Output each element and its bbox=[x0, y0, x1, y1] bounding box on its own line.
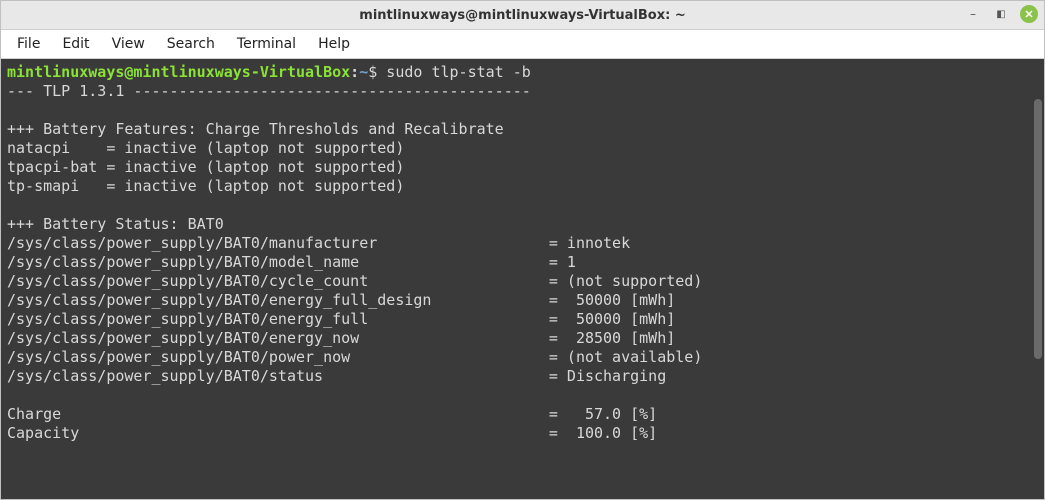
out-header: --- TLP 1.3.1 --------------------------… bbox=[7, 82, 531, 100]
out-s6: /sys/class/power_supply/BAT0/energy_now … bbox=[7, 329, 675, 347]
maximize-button[interactable]: ◧ bbox=[992, 5, 1010, 23]
menu-file[interactable]: File bbox=[7, 32, 50, 56]
out-feat-tpsmapi: tp-smapi = inactive (laptop not supporte… bbox=[7, 177, 404, 195]
out-feat-tpacpi: tpacpi-bat = inactive (laptop not suppor… bbox=[7, 158, 404, 176]
terminal-window: mintlinuxways@mintlinuxways-VirtualBox: … bbox=[0, 0, 1045, 500]
minimize-button[interactable]: – bbox=[964, 5, 982, 23]
prompt-path: ~ bbox=[359, 63, 368, 81]
terminal-scrollbar[interactable] bbox=[1032, 59, 1044, 499]
menu-search[interactable]: Search bbox=[157, 32, 225, 56]
prompt-symbol: $ bbox=[368, 63, 377, 81]
window-controls: – ◧ bbox=[964, 5, 1038, 23]
menu-edit[interactable]: Edit bbox=[52, 32, 99, 56]
terminal-output[interactable]: mintlinuxways@mintlinuxways-VirtualBox:~… bbox=[1, 59, 1032, 499]
title-bar: mintlinuxways@mintlinuxways-VirtualBox: … bbox=[1, 1, 1044, 30]
out-s2: /sys/class/power_supply/BAT0/model_name … bbox=[7, 253, 576, 271]
prompt-user-host: mintlinuxways@mintlinuxways-VirtualBox bbox=[7, 63, 350, 81]
menu-terminal[interactable]: Terminal bbox=[227, 32, 306, 56]
out-features-header: +++ Battery Features: Charge Thresholds … bbox=[7, 120, 504, 138]
out-capacity: Capacity = 100.0 [%] bbox=[7, 424, 657, 442]
out-s7: /sys/class/power_supply/BAT0/power_now =… bbox=[7, 348, 702, 366]
prompt-command: sudo tlp-stat -b bbox=[386, 63, 531, 81]
terminal-area: mintlinuxways@mintlinuxways-VirtualBox:~… bbox=[1, 59, 1044, 499]
scrollbar-thumb[interactable] bbox=[1034, 99, 1042, 359]
out-s3: /sys/class/power_supply/BAT0/cycle_count… bbox=[7, 272, 702, 290]
menu-bar: File Edit View Search Terminal Help bbox=[1, 30, 1044, 59]
close-button[interactable] bbox=[1020, 5, 1038, 23]
out-charge: Charge = 57.0 [%] bbox=[7, 405, 657, 423]
window-title: mintlinuxways@mintlinuxways-VirtualBox: … bbox=[1, 8, 1044, 23]
out-feat-natacpi: natacpi = inactive (laptop not supported… bbox=[7, 139, 404, 157]
out-s8: /sys/class/power_supply/BAT0/status = Di… bbox=[7, 367, 666, 385]
out-s1: /sys/class/power_supply/BAT0/manufacture… bbox=[7, 234, 630, 252]
out-status-header: +++ Battery Status: BAT0 bbox=[7, 215, 224, 233]
close-icon bbox=[1024, 9, 1034, 19]
prompt-colon: : bbox=[350, 63, 359, 81]
minimize-icon: – bbox=[970, 7, 976, 21]
out-s4: /sys/class/power_supply/BAT0/energy_full… bbox=[7, 291, 675, 309]
menu-view[interactable]: View bbox=[102, 32, 155, 56]
out-s5: /sys/class/power_supply/BAT0/energy_full… bbox=[7, 310, 675, 328]
maximize-icon: ◧ bbox=[996, 9, 1005, 20]
menu-help[interactable]: Help bbox=[308, 32, 360, 56]
